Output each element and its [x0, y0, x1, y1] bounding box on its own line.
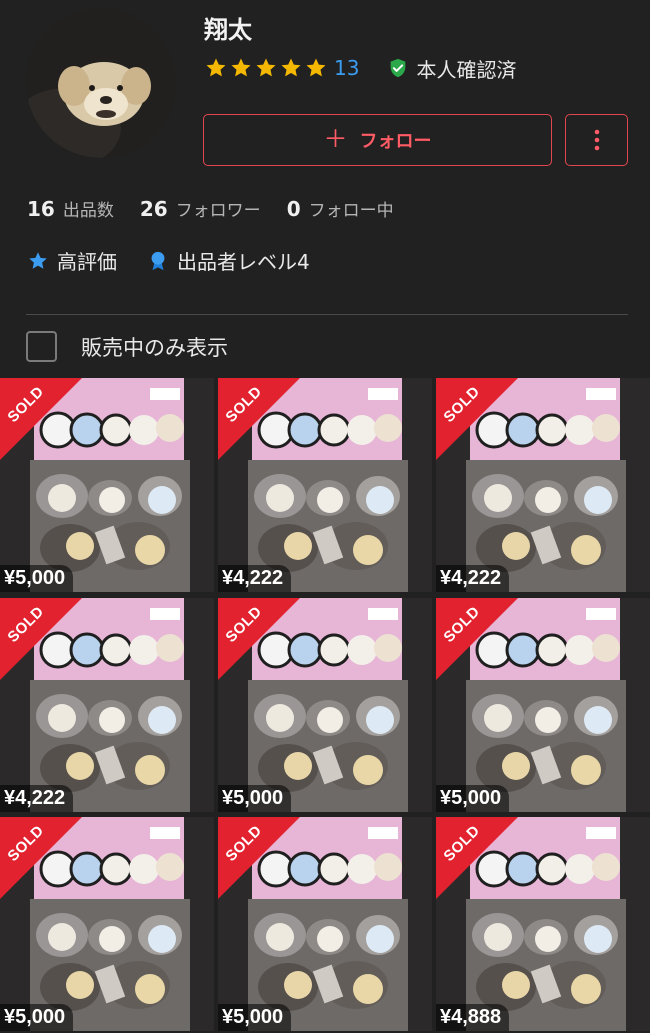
listing-item[interactable]: SOLD ¥5,000 [436, 597, 650, 812]
item-price: ¥5,000 [218, 784, 292, 812]
star-icon [29, 251, 47, 269]
star-icon [306, 58, 326, 77]
avatar[interactable] [26, 8, 176, 158]
seller-badges: 高評価 出品者レベル4 [27, 246, 340, 275]
rating-row[interactable]: 13 本人確認済 [204, 54, 516, 82]
follow-button-label: フォロー [359, 131, 432, 152]
listing-grid: SOLD ¥5,000 SOLD ¥4,222 SOLD ¥4,222 SOLD… [0, 378, 650, 1033]
badge-label: 高評価 [57, 250, 117, 274]
listing-item[interactable]: SOLD ¥4,222 [218, 378, 432, 592]
filter-label: 販売中のみ表示 [81, 335, 228, 360]
stat-label: フォロー中 [308, 201, 394, 221]
item-price: ¥5,000 [436, 784, 510, 812]
listing-item[interactable]: SOLD ¥5,000 [218, 817, 432, 1032]
profile-stats: 16 出品数 26 フォロワー 0 フォロー中 [27, 196, 420, 221]
verified-badge: 本人確認済 [387, 54, 516, 83]
stat-label: フォロワー [175, 201, 261, 221]
username: 翔太 [204, 16, 252, 44]
plus-icon: ＋ [323, 125, 348, 153]
listing-item[interactable]: SOLD ¥4,888 [436, 817, 650, 1032]
star-icon [281, 58, 301, 77]
item-price: ¥5,000 [218, 1004, 292, 1032]
listing-item[interactable]: SOLD ¥5,000 [0, 817, 214, 1032]
profile-header: 翔太 13 本人確認済 ＋ フォロー 16 出品数 26 フォロワー 0 フォロ… [0, 0, 650, 378]
item-price: ¥4,888 [436, 1004, 510, 1032]
listing-item[interactable]: SOLD ¥5,000 [218, 597, 432, 812]
verified-label: 本人確認済 [416, 57, 517, 82]
stat-listings[interactable]: 16 出品数 [27, 196, 114, 221]
item-price: ¥4,222 [0, 784, 74, 812]
listing-item[interactable]: SOLD ¥4,222 [436, 378, 650, 592]
stat-number: 0 [286, 197, 301, 221]
more-vertical-icon [594, 129, 599, 151]
listing-item[interactable]: SOLD ¥4,222 [0, 597, 214, 812]
badge-label: 出品者レベル4 [177, 250, 310, 274]
more-options-button[interactable] [565, 114, 628, 166]
star-icon [231, 58, 251, 77]
on-sale-checkbox[interactable] [26, 331, 57, 362]
item-price: ¥4,222 [436, 565, 510, 592]
badge-high-rating: 高評価 [27, 246, 117, 275]
star-icon [206, 58, 226, 77]
stat-number: 26 [139, 197, 168, 221]
on-sale-filter-toggle[interactable]: 販売中のみ表示 [26, 331, 228, 362]
rating-count[interactable]: 13 [334, 56, 359, 80]
stat-followers[interactable]: 26 フォロワー [140, 196, 261, 221]
ribbon-medal-icon [151, 251, 165, 270]
follow-button[interactable]: ＋ フォロー [203, 114, 552, 166]
divider [26, 314, 628, 315]
shield-check-icon [391, 58, 406, 78]
item-price: ¥5,000 [0, 1004, 74, 1032]
listing-item[interactable]: SOLD ¥5,000 [0, 378, 214, 592]
badge-seller-level: 出品者レベル4 [147, 246, 310, 275]
rating-stars [204, 56, 328, 80]
item-price: ¥4,222 [218, 565, 292, 592]
star-icon [256, 58, 276, 77]
stat-label: 出品数 [62, 201, 114, 221]
stat-following[interactable]: 0 フォロー中 [287, 196, 394, 221]
stat-number: 16 [27, 197, 55, 221]
item-price: ¥5,000 [0, 565, 74, 592]
